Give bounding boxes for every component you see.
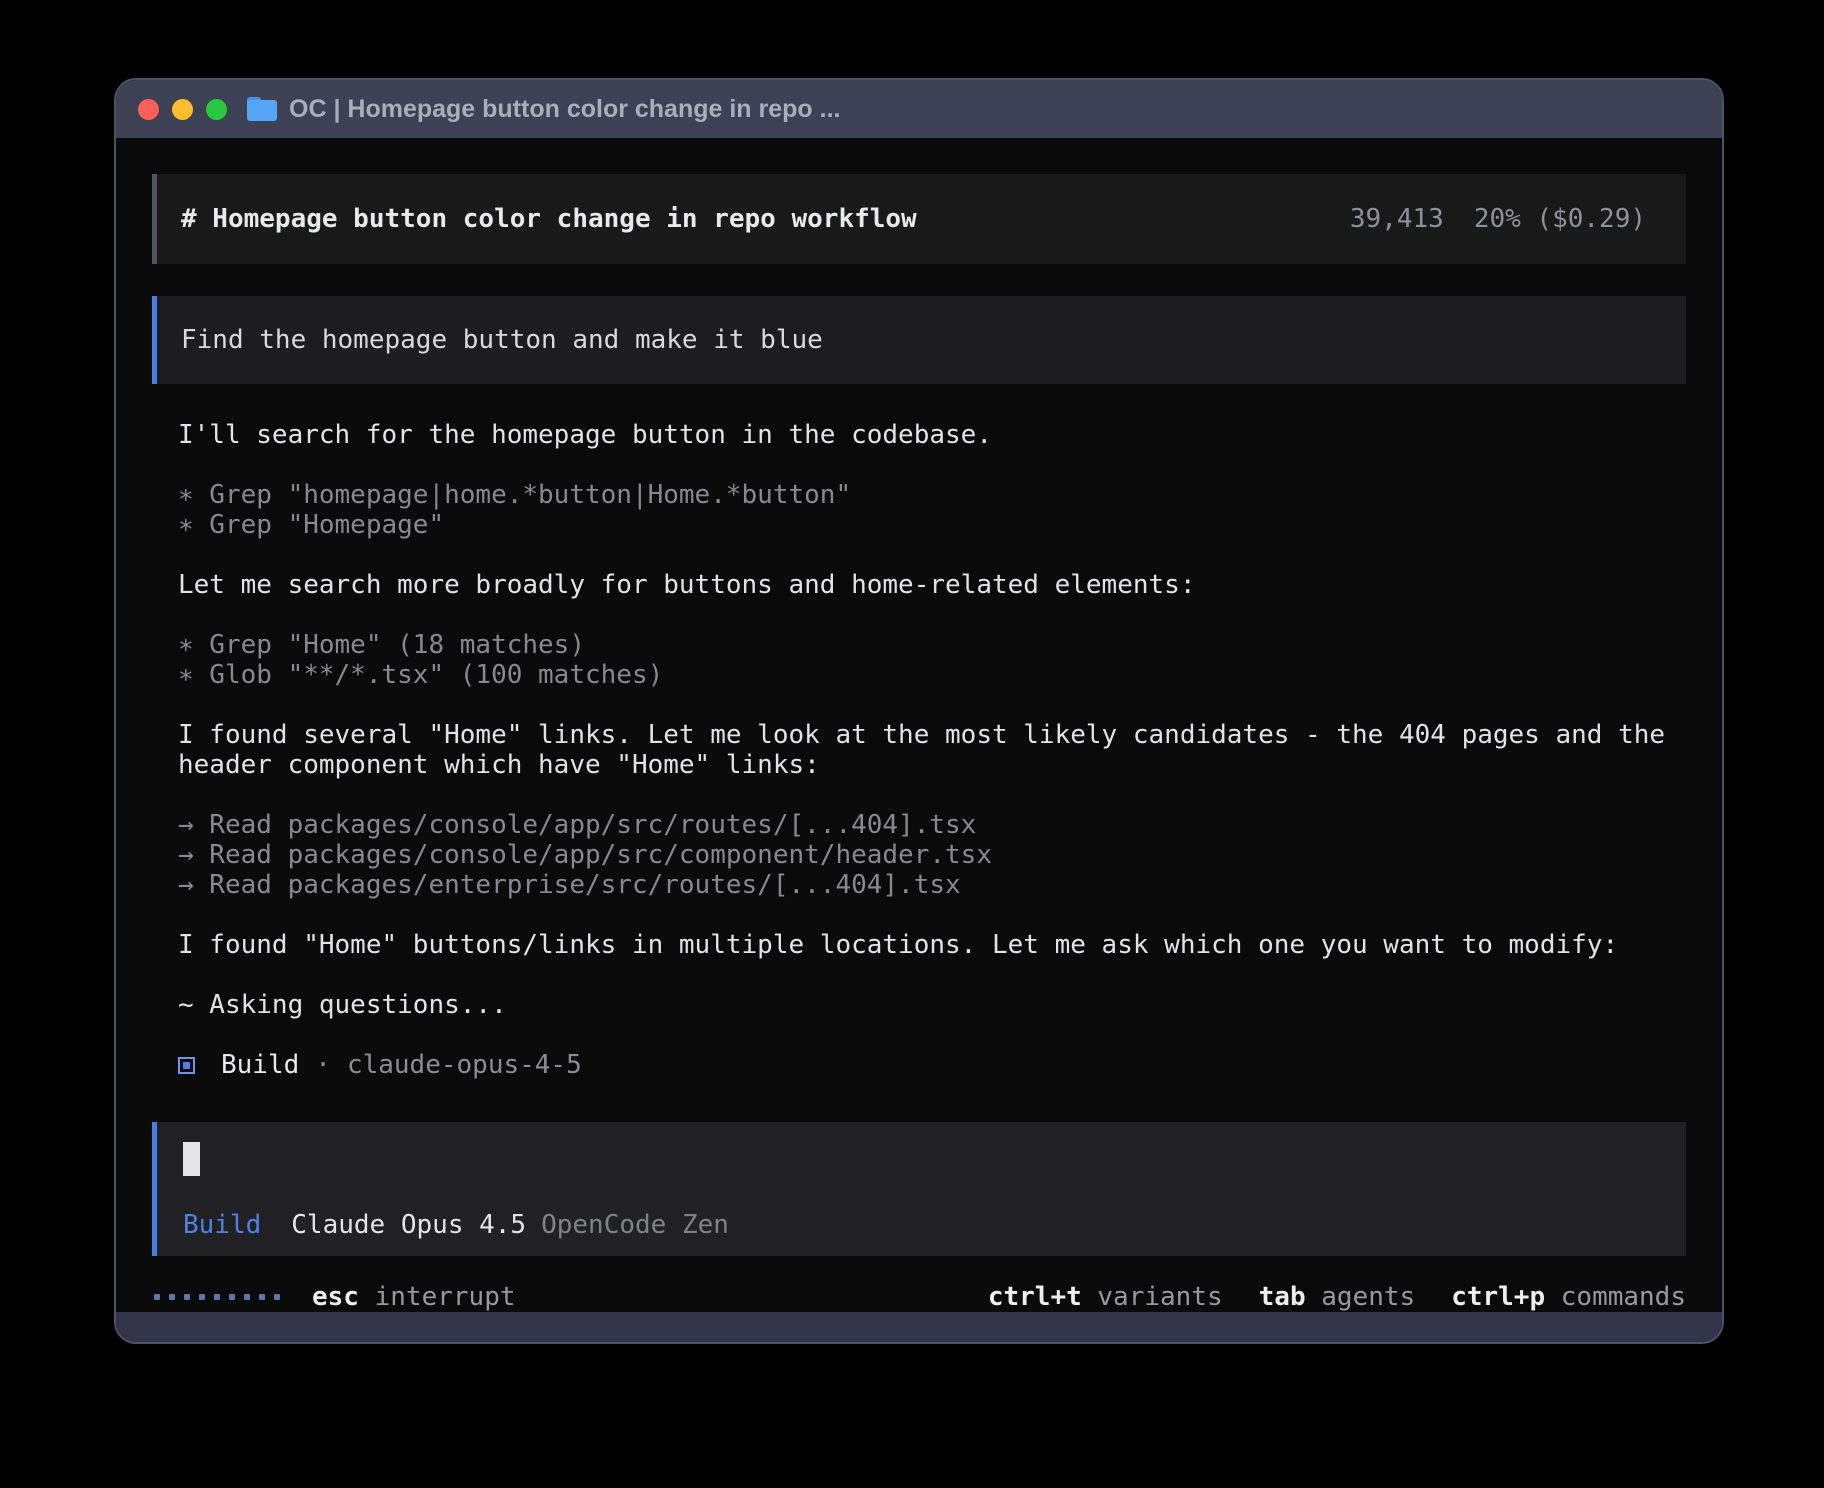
spinner-dot [259, 1294, 265, 1300]
transcript-line: ∗ Grep "Homepage" [178, 510, 1672, 540]
hint-interrupt: esc interrupt [312, 1282, 516, 1312]
transcript-line: ~ Asking questions... [178, 990, 1672, 1020]
traffic-lights [138, 99, 227, 120]
transcript-line: ∗ Grep "Home" (18 matches) [178, 630, 1672, 660]
hint-commands: ctrl+p commands [1451, 1282, 1686, 1312]
text-cursor [183, 1142, 200, 1176]
spinner-dot [214, 1294, 220, 1300]
transcript-line: I'll search for the homepage button in t… [178, 420, 1672, 450]
esc-label: interrupt [375, 1282, 516, 1312]
spinner-dot [199, 1294, 205, 1300]
window-bottom-strip [116, 1312, 1722, 1344]
transcript-line: ∗ Grep "homepage|home.*button|Home.*butt… [178, 480, 1672, 510]
session-header: # Homepage button color change in repo w… [152, 174, 1686, 264]
spinner-dot [274, 1294, 280, 1300]
folder-icon [247, 97, 277, 121]
input-provider: OpenCode Zen [541, 1210, 729, 1240]
input-meta: Build Claude Opus 4.5 OpenCode Zen [183, 1210, 1660, 1240]
esc-key: esc [312, 1282, 359, 1312]
session-title: # Homepage button color change in repo w… [181, 204, 917, 234]
agent-status-row: Build · claude-opus-4-5 [152, 1050, 1686, 1080]
token-count: 39,413 [1350, 204, 1444, 234]
zoom-button[interactable] [206, 99, 227, 120]
transcript-blank-line [178, 960, 1672, 990]
spinner-dots [154, 1294, 280, 1300]
terminal-window: OC | Homepage button color change in rep… [114, 78, 1724, 1344]
close-button[interactable] [138, 99, 159, 120]
hint-agents: tab agents [1259, 1282, 1416, 1312]
input-model: Claude Opus 4.5 [291, 1210, 526, 1240]
transcript-blank-line [178, 540, 1672, 570]
transcript-blank-line [178, 600, 1672, 630]
transcript-line: → Read packages/console/app/src/componen… [178, 840, 1672, 870]
prompt-input[interactable]: Build Claude Opus 4.5 OpenCode Zen [152, 1122, 1686, 1256]
user-message: Find the homepage button and make it blu… [152, 296, 1686, 384]
user-message-text: Find the homepage button and make it blu… [181, 325, 823, 355]
titlebar: OC | Homepage button color change in rep… [116, 80, 1722, 138]
window-title: OC | Homepage button color change in rep… [289, 95, 840, 124]
transcript-blank-line [178, 690, 1672, 720]
context-usage: 20% ($0.29) [1474, 204, 1646, 234]
transcript-blank-line [178, 900, 1672, 930]
hint-variants: ctrl+t variants [988, 1282, 1223, 1312]
agent-model: claude-opus-4-5 [347, 1050, 582, 1080]
spinner-dot [184, 1294, 190, 1300]
input-mode: Build [183, 1210, 261, 1240]
transcript-blank-line [178, 450, 1672, 480]
minimize-button[interactable] [172, 99, 193, 120]
spinner-dot [244, 1294, 250, 1300]
transcript-line: → Read packages/console/app/src/routes/[… [178, 810, 1672, 840]
agent-separator: · [315, 1050, 331, 1080]
assistant-transcript: I'll search for the homepage button in t… [152, 420, 1672, 1020]
agent-name: Build [221, 1050, 299, 1080]
transcript-line: ∗ Glob "**/*.tsx" (100 matches) [178, 660, 1672, 690]
statusbar: esc interrupt ctrl+t variants tab agents… [152, 1282, 1686, 1312]
agent-icon [178, 1057, 195, 1074]
transcript-blank-line [178, 780, 1672, 810]
transcript-line: Let me search more broadly for buttons a… [178, 570, 1672, 600]
transcript-line: I found "Home" buttons/links in multiple… [178, 930, 1672, 960]
spinner-dot [229, 1294, 235, 1300]
transcript-line: → Read packages/enterprise/src/routes/[.… [178, 870, 1672, 900]
terminal-content: # Homepage button color change in repo w… [116, 138, 1722, 1312]
spinner-dot [154, 1294, 160, 1300]
transcript-line: I found several "Home" links. Let me loo… [178, 720, 1672, 780]
spinner-dot [169, 1294, 175, 1300]
session-stats: 39,413 20% ($0.29) [1350, 204, 1646, 234]
